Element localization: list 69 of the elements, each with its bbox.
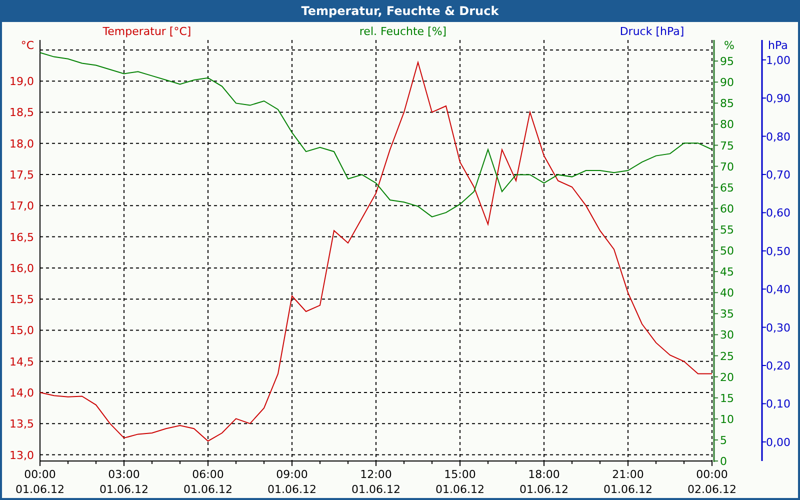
axis-label: 35	[720, 308, 734, 321]
axis-label: 18,5	[10, 106, 34, 120]
axis-label: 55	[720, 223, 734, 236]
axis-label: 06:00	[192, 468, 224, 481]
axis-label: 01.06.12	[436, 483, 484, 496]
axis-label: 30	[720, 328, 734, 342]
axis-label: 01.06.12	[268, 483, 316, 496]
axis-label: 0,90	[766, 92, 790, 106]
axis-label: 01.06.12	[352, 483, 400, 496]
axis-label: 16,0	[10, 262, 34, 275]
axis-label: 01.06.12	[100, 483, 148, 496]
axis-label: 70	[720, 160, 734, 174]
axis-label: 01.06.12	[520, 483, 568, 496]
axis-label: 16,5	[10, 230, 34, 244]
axis-label: 01.06.12	[16, 483, 64, 496]
axis-label: 60	[720, 202, 734, 216]
axis-label: 0,60	[766, 206, 790, 220]
axis-label: 19,0	[10, 75, 34, 88]
axis-label: 95	[720, 55, 734, 68]
axis-label: 85	[720, 97, 734, 110]
axis-label: 75	[720, 139, 734, 152]
unit-label: hPa	[768, 39, 788, 52]
axis-label: 13,0	[10, 448, 34, 462]
axis-label: 21:00	[612, 468, 644, 481]
window-title: Temperatur, Feuchte & Druck	[300, 3, 500, 20]
unit-label: °C	[20, 39, 34, 52]
axis-label: 14,0	[10, 386, 34, 400]
axis-label: 0,50	[766, 244, 790, 258]
legend-label: Temperatur [°C]	[102, 25, 192, 38]
axis-label: 01.06.12	[604, 483, 652, 496]
axis-label: 14,5	[10, 355, 34, 368]
axis-label: 5	[720, 434, 727, 447]
axis-label: 09:00	[276, 468, 308, 481]
axis-label: 03:00	[108, 468, 140, 481]
axis-label: 15,5	[10, 293, 34, 306]
axis-label: 15:00	[444, 468, 476, 481]
axis-label: 20	[720, 370, 734, 384]
axis-label: 0,10	[766, 398, 790, 411]
axis-label: 65	[720, 181, 734, 194]
unit-label: %	[724, 39, 734, 52]
axis-label: 18,0	[10, 137, 34, 150]
axis-label: 17,5	[10, 168, 34, 182]
axis-label: 80	[720, 118, 734, 132]
axis-label: 0,70	[766, 168, 790, 182]
axis-label: 45	[720, 266, 734, 279]
axis-label: 10	[720, 412, 734, 426]
axis-label: 00:00	[696, 468, 728, 481]
axis-label: 15	[720, 392, 734, 405]
axis-label: 15,0	[10, 324, 34, 338]
axis-label: 00:00	[24, 468, 56, 481]
axis-label: 25	[720, 350, 734, 363]
legend-label: rel. Feuchte [%]	[359, 25, 447, 38]
axis-label: 0,40	[766, 283, 790, 296]
axis-label: 40	[720, 286, 734, 300]
axis-label: 17,0	[10, 200, 34, 213]
axis-label: 12:00	[360, 468, 392, 481]
axis-label: 0,00	[766, 436, 790, 449]
axis-label: 18:00	[528, 468, 560, 481]
axis-label: 0	[720, 455, 727, 468]
axis-label: 0,30	[766, 321, 790, 334]
axis-label: 13,5	[10, 418, 34, 431]
legend-label: Druck [hPa]	[620, 25, 684, 38]
axis-label: 1,00	[766, 54, 790, 67]
axis-label: 50	[720, 244, 734, 258]
axis-label: 0,20	[766, 360, 790, 372]
axis-label: 02.06.12	[688, 483, 736, 496]
axis-label: 0,80	[766, 130, 790, 144]
axis-label: 01.06.12	[184, 483, 232, 496]
axis-label: 90	[720, 76, 734, 90]
